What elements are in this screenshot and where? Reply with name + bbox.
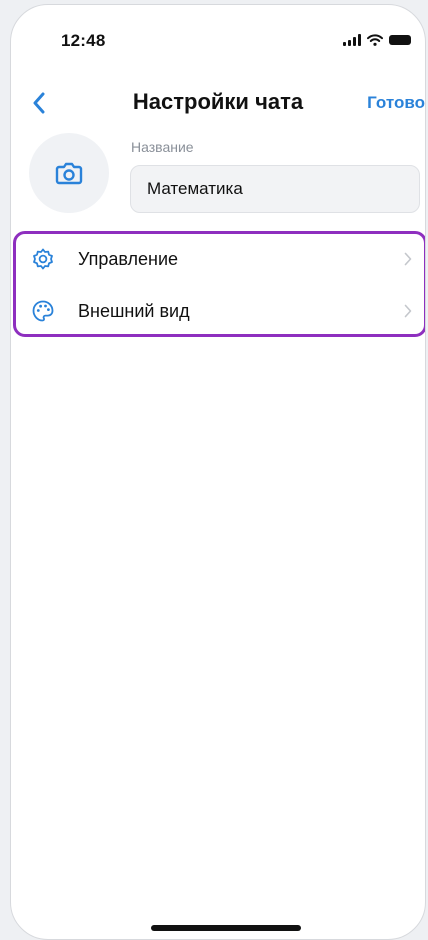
menu-item-label: Внешний вид (78, 300, 190, 321)
name-field-label: Название (131, 139, 194, 155)
page-title: Настройки чата (132, 89, 304, 114)
status-time: 12:48 (61, 31, 106, 50)
menu-item-management[interactable]: Управление (16, 234, 424, 284)
battery-icon (389, 35, 411, 45)
menu-item-appearance[interactable]: Внешний вид (16, 286, 424, 336)
menu-item-label: Управление (78, 248, 179, 269)
phone-screen: 12:48 Настройки чата Готово Название Мат… (10, 4, 426, 940)
chevron-right-icon (402, 251, 414, 267)
palette-icon (30, 298, 56, 324)
gear-icon (30, 246, 56, 272)
camera-icon (55, 162, 83, 185)
navigation-bar: Настройки чата Готово (11, 79, 425, 125)
wifi-icon (367, 34, 383, 46)
signal-icon (343, 34, 361, 46)
done-button[interactable]: Готово (367, 93, 425, 113)
chat-name-input[interactable] (130, 165, 420, 213)
settings-menu-highlight: Управление Внешний вид (13, 231, 425, 337)
status-icons (343, 34, 411, 46)
home-indicator[interactable] (151, 925, 301, 931)
chevron-right-icon (402, 303, 414, 319)
chat-photo-button[interactable] (29, 133, 109, 213)
status-bar: 12:48 (11, 5, 425, 75)
